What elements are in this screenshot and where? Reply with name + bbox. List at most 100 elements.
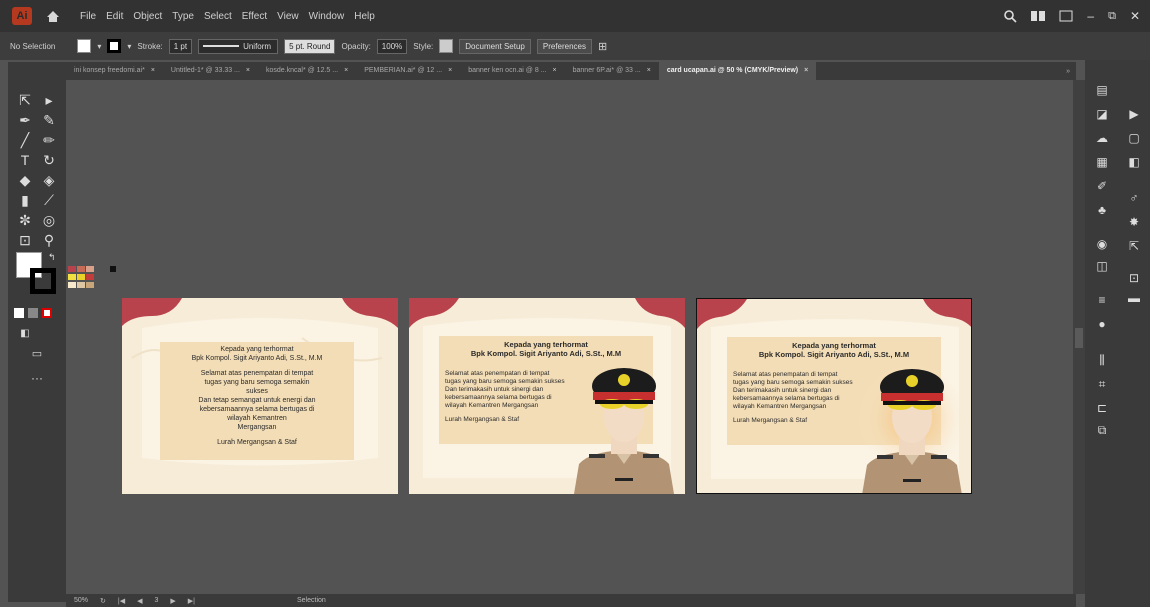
artboard-3[interactable]: Kepada yang terhormat Bpk Kompol. Sigit … <box>696 298 972 494</box>
export-icon[interactable]: ⇱ <box>1123 236 1145 256</box>
style-swatch[interactable] <box>439 39 454 53</box>
pencil-tool-icon[interactable]: ✏ <box>38 130 60 150</box>
color-guide-icon[interactable]: ✸ <box>1123 212 1145 232</box>
first-artboard-icon[interactable]: |◀ <box>118 597 125 605</box>
tab-document-4[interactable]: PEMBERIAN.ai* @ 12 ... × <box>356 62 460 80</box>
tab-document-3[interactable]: kosde.kncal* @ 12.5 ... × <box>258 62 356 80</box>
symbol-sprayer-tool-icon[interactable]: ✼ <box>14 210 36 230</box>
chevron-down-icon[interactable]: ▾ <box>97 42 101 51</box>
menu-file[interactable]: File <box>80 11 96 22</box>
type-tool-icon[interactable]: T <box>14 150 36 170</box>
vertical-scrollbar[interactable] <box>1073 80 1085 594</box>
artboard-2[interactable]: Kepada yang terhormat Bpk Kompol. Sigit … <box>409 298 685 494</box>
swatch[interactable] <box>77 266 85 272</box>
stroke-style-select[interactable]: Uniform <box>198 38 279 54</box>
swatch[interactable] <box>86 282 94 288</box>
layers-icon[interactable]: ◪ <box>1091 104 1113 124</box>
menu-help[interactable]: Help <box>354 11 375 22</box>
align-icon[interactable]: ⫼ <box>1091 350 1113 370</box>
document-info-icon[interactable]: ◧ <box>1123 152 1145 172</box>
menu-select[interactable]: Select <box>204 11 232 22</box>
swatch[interactable] <box>68 274 76 280</box>
stroke-swatch[interactable] <box>107 39 122 53</box>
rotate-tool-icon[interactable]: ↻ <box>38 150 60 170</box>
comments-icon[interactable]: ▬ <box>1123 288 1145 308</box>
home-icon[interactable] <box>44 7 62 25</box>
artboard-tool-icon[interactable]: ⊡ <box>14 230 36 250</box>
graphic-styles-icon[interactable]: ◉ <box>1091 234 1113 254</box>
paint-bucket-tool-icon[interactable]: ◆ <box>14 170 36 190</box>
brush-select[interactable]: 5 pt. Round <box>284 38 336 54</box>
menu-window[interactable]: Window <box>309 11 345 22</box>
swatch[interactable] <box>68 282 76 288</box>
play-icon[interactable]: ▶ <box>1123 104 1145 124</box>
edit-toolbar-icon[interactable]: ··· <box>26 368 48 388</box>
restore-icon[interactable]: ⧉ <box>1108 10 1116 23</box>
color-mode-icon[interactable] <box>14 308 24 318</box>
preferences-button[interactable]: Preferences <box>536 38 593 54</box>
tab-document-2[interactable]: Untitled-1* @ 33.33 ... × <box>163 62 258 80</box>
zoom-level[interactable]: 50% <box>74 597 88 604</box>
info-icon[interactable]: ▢ <box>1123 128 1145 148</box>
curvature-tool-icon[interactable]: ✎ <box>38 110 60 130</box>
gradient-mode-icon[interactable] <box>28 308 38 318</box>
artboard-number[interactable]: 3 <box>154 597 158 604</box>
pathfinder-icon[interactable]: ⊏ <box>1091 398 1113 418</box>
rotate-view-icon[interactable]: ↻ <box>100 597 106 605</box>
scroll-thumb[interactable] <box>1075 328 1083 348</box>
workspace-icon[interactable] <box>1031 11 1046 21</box>
chevron-down-icon[interactable]: ▾ <box>127 42 131 51</box>
rectangle-tool-icon[interactable]: ▮ <box>14 190 36 210</box>
eyedropper-tool-icon[interactable]: ⟋ <box>38 190 60 210</box>
minimize-icon[interactable]: – <box>1087 9 1094 23</box>
line-tool-icon[interactable]: ╱ <box>14 130 36 150</box>
menu-type[interactable]: Type <box>172 11 194 22</box>
tab-document-6[interactable]: banner 6P.ai* @ 33 ... × <box>565 62 659 80</box>
none-mode-icon[interactable] <box>42 308 52 318</box>
zoom-tool-icon[interactable]: ⚲ <box>38 230 60 250</box>
arrange-icon[interactable] <box>1059 10 1073 22</box>
swatches-icon[interactable]: ▦ <box>1091 152 1113 172</box>
swatch[interactable] <box>77 282 85 288</box>
direct-selection-tool-icon[interactable]: ▸ <box>38 90 60 110</box>
swatch[interactable] <box>86 274 94 280</box>
artboard-1[interactable]: Kepada yang terhormat Bpk Kompol. Sigit … <box>122 298 398 494</box>
screen-mode-icon[interactable]: ▭ <box>26 344 48 364</box>
prev-artboard-icon[interactable]: ◀ <box>137 597 142 605</box>
app-logo-icon[interactable]: Ai <box>12 7 32 25</box>
opacity-field[interactable]: 100% <box>376 38 408 54</box>
menu-effect[interactable]: Effect <box>242 11 267 22</box>
swatch[interactable] <box>110 266 116 272</box>
asset-export-icon[interactable]: ⊡ <box>1123 268 1145 288</box>
artboards-panel-icon[interactable]: ⧉ <box>1091 420 1113 440</box>
stroke-color-swatch[interactable] <box>30 268 56 294</box>
tabs-overflow-icon[interactable]: » <box>1066 68 1076 75</box>
tab-document-5[interactable]: banner ken ocn.ai @ 8 ... × <box>460 62 564 80</box>
blend-tool-icon[interactable]: ◎ <box>38 210 60 230</box>
next-artboard-icon[interactable]: ▶ <box>170 597 175 605</box>
swatch[interactable] <box>86 266 94 272</box>
tab-document-active[interactable]: card ucapan.ai @ 50 % (CMYK/Preview) × <box>658 62 817 80</box>
fill-swatch[interactable] <box>77 39 92 53</box>
properties-icon[interactable]: ▤ <box>1091 80 1113 100</box>
selection-tool-icon[interactable]: ⇱ <box>14 90 36 110</box>
brushes-icon[interactable]: ✐ <box>1091 176 1113 196</box>
swap-colors-icon[interactable]: ↰ <box>48 252 56 263</box>
stroke-panel-icon[interactable]: ≡ <box>1091 290 1113 310</box>
menu-object[interactable]: Object <box>133 11 162 22</box>
tab-document-1[interactable]: ini konsep freedomi.ai* × <box>66 62 163 80</box>
menu-view[interactable]: View <box>277 11 299 22</box>
transform-icon[interactable]: ⌗ <box>1091 374 1113 394</box>
gender-icon[interactable]: ♂ <box>1123 188 1145 208</box>
arrange-documents-icon[interactable]: ⊞ <box>598 40 607 53</box>
document-setup-button[interactable]: Document Setup <box>459 38 531 54</box>
shape-builder-tool-icon[interactable]: ◈ <box>38 170 60 190</box>
transparency-icon[interactable]: ● <box>1091 314 1113 334</box>
pen-tool-icon[interactable]: ✒ <box>14 110 36 130</box>
draw-mode-icon[interactable]: ◧ <box>14 324 36 344</box>
close-icon[interactable]: ✕ <box>1130 9 1140 23</box>
swatch[interactable] <box>68 266 76 272</box>
swatch[interactable] <box>77 274 85 280</box>
last-artboard-icon[interactable]: ▶| <box>188 597 195 605</box>
appearance-icon[interactable]: ◫ <box>1091 256 1113 276</box>
